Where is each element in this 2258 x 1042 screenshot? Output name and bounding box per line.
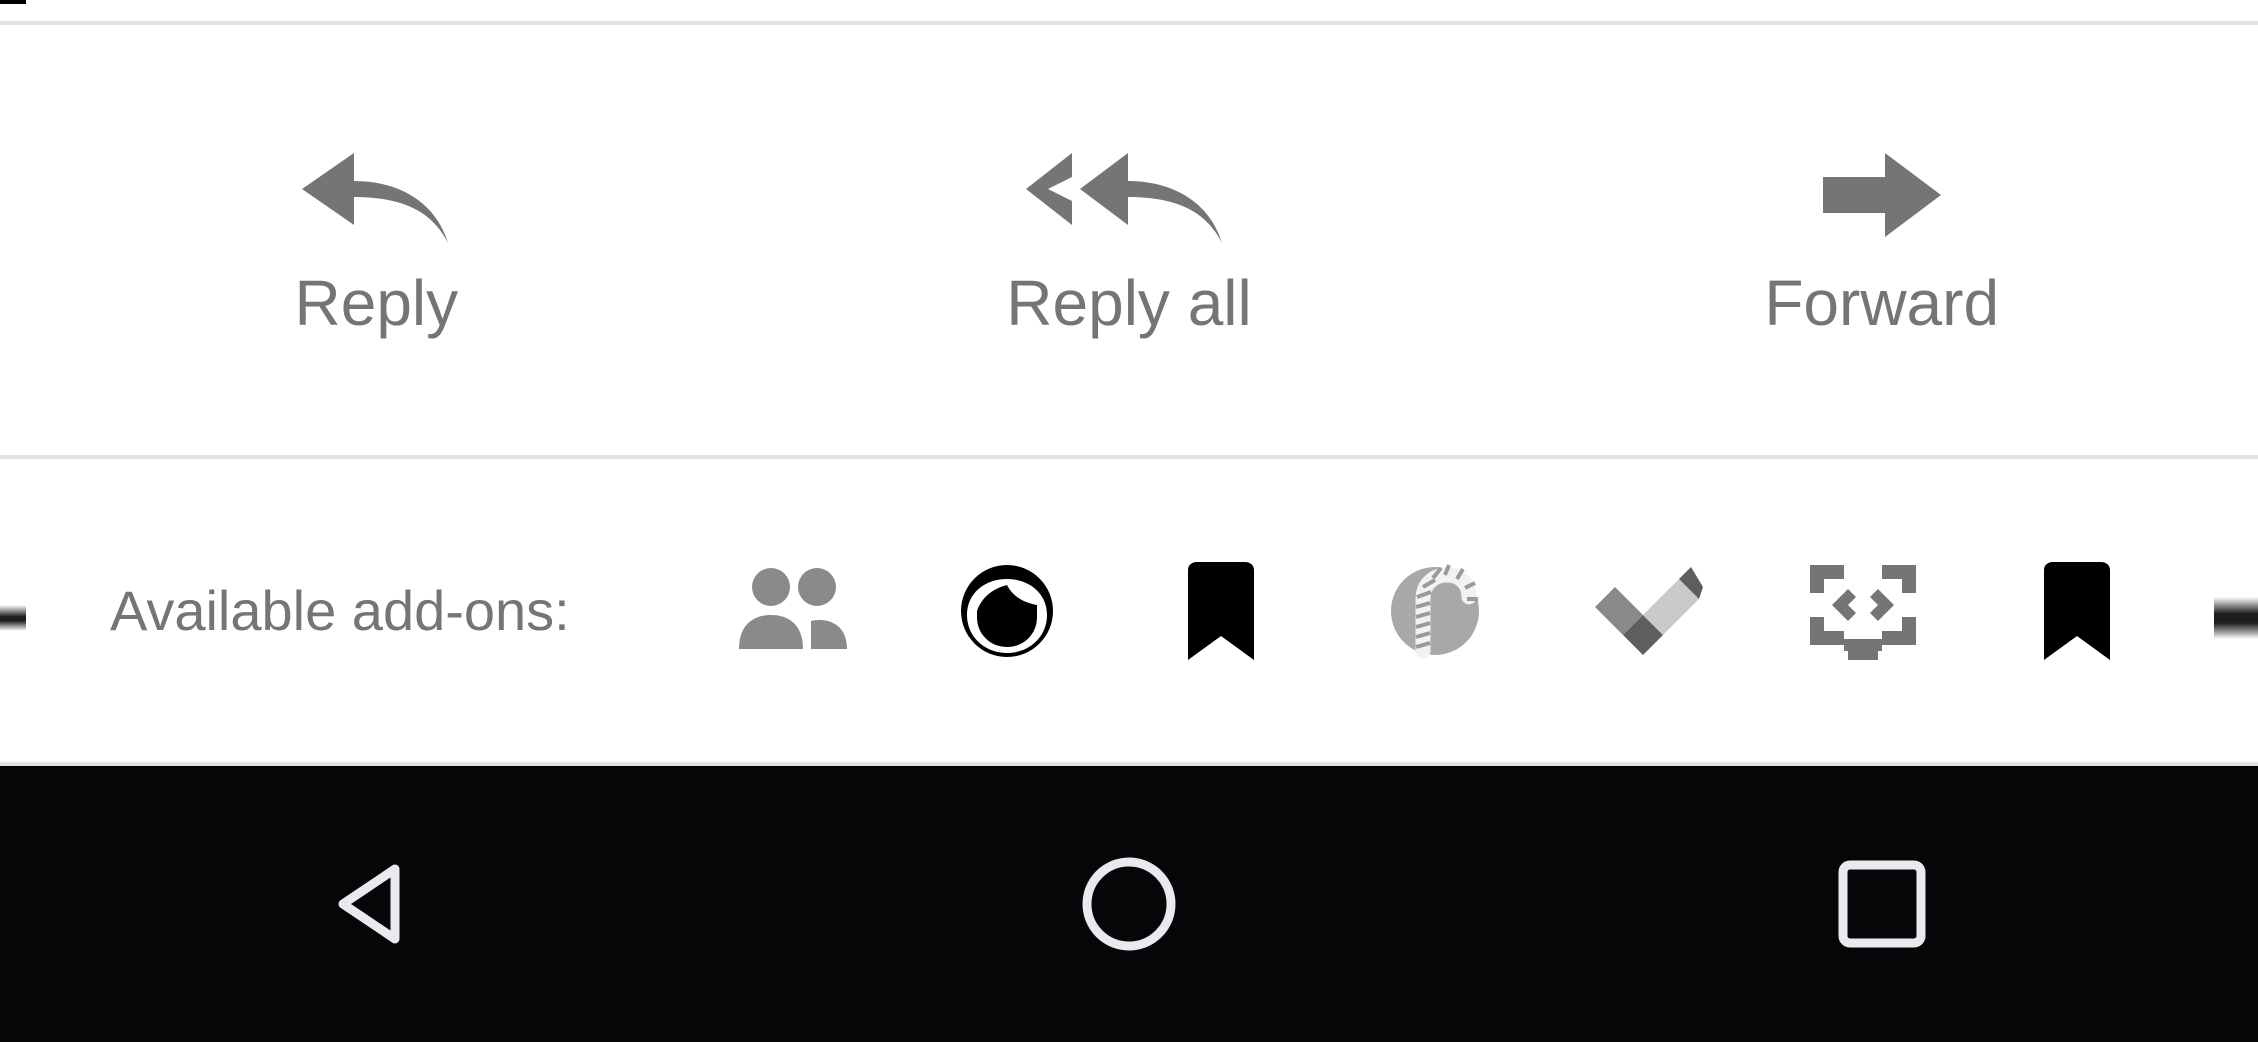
partial-icon-clipped-left[interactable] [0,605,26,631]
message-action-bar: Reply Reply all Forward [0,25,2258,455]
forward-label: Forward [1764,267,2000,339]
face-avatar-icon[interactable] [934,538,1080,684]
tasks-check-icon[interactable] [1576,538,1722,684]
reply-label: Reply [294,267,459,339]
bookmark-icon[interactable] [1148,538,1294,684]
back-button[interactable] [0,766,753,1042]
home-button[interactable] [753,766,1506,1042]
partial-icon-clipped-right[interactable] [2214,597,2258,639]
candy-cane-circle-icon[interactable] [1362,538,1508,684]
reply-all-button[interactable]: Reply all [753,25,1506,455]
people-icon[interactable] [720,538,866,684]
forward-arrow-icon [1817,145,1947,249]
code-screen-icon[interactable] [1790,538,1936,684]
available-addons-bar: Available add-ons: [0,459,2258,762]
recents-square-icon [1838,860,1926,948]
reply-button[interactable]: Reply [0,25,753,455]
available-addons-label: Available add-ons: [110,579,570,642]
reply-all-label: Reply all [1006,267,1252,339]
bookmark-icon-2[interactable] [2004,538,2150,684]
home-circle-icon [1082,857,1176,951]
android-navigation-bar [0,766,2258,1042]
scroll-indicator-nub [0,0,26,4]
forward-button[interactable]: Forward [1505,25,2258,455]
recents-button[interactable] [1505,766,2258,1042]
back-triangle-icon [338,864,400,944]
reply-all-arrow-icon [1024,145,1234,249]
reply-arrow-icon [296,145,456,249]
addons-icon-list [720,459,2150,762]
